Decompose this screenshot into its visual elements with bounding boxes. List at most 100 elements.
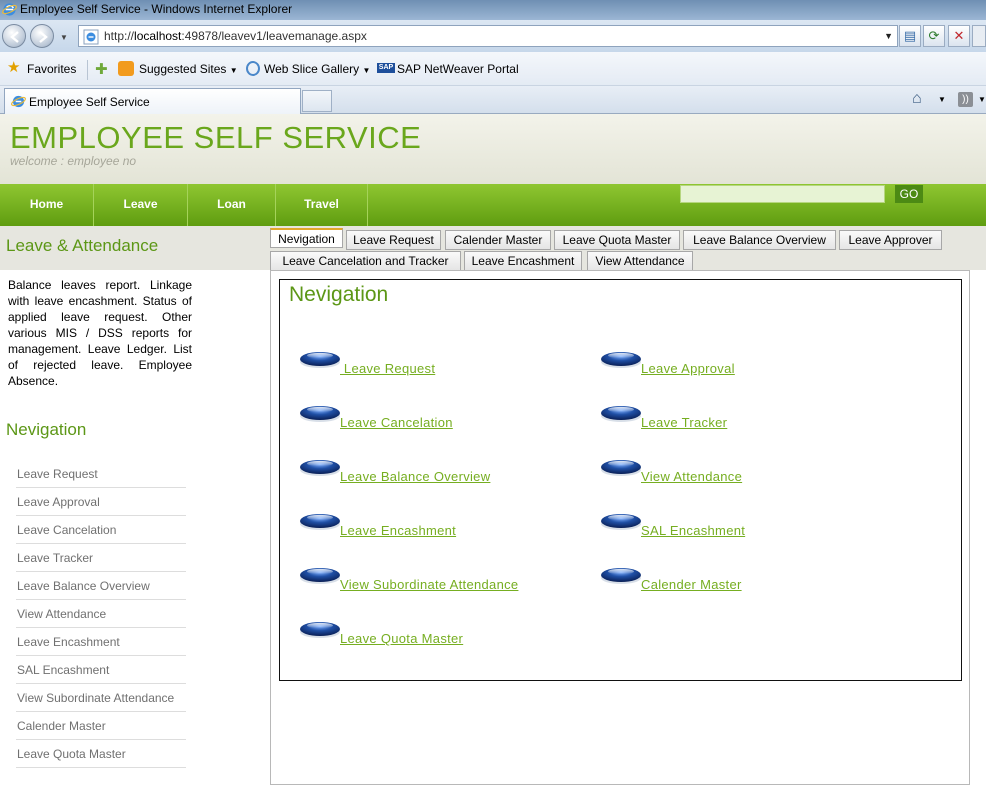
link-text[interactable]: SAL Encashment <box>641 523 745 538</box>
favorites-item-label: Suggested Sites <box>139 62 227 76</box>
link-view-attendance[interactable]: View Attendance <box>600 458 880 488</box>
link-text[interactable]: Leave Encashment <box>340 523 456 538</box>
search-input[interactable] <box>680 185 885 203</box>
link-view-subordinate-attendance[interactable]: View Subordinate Attendance <box>299 566 579 596</box>
sidebar-item-leave-quota-master[interactable]: Leave Quota Master <box>16 740 186 768</box>
url-dropdown-icon[interactable]: ▼ <box>884 31 893 41</box>
favorites-item-web-slice-gallery[interactable]: Web Slice Gallery ▼ <box>264 62 370 76</box>
link-leave-balance-overview[interactable]: Leave Balance Overview <box>299 458 579 488</box>
link-leave-encashment[interactable]: Leave Encashment <box>299 512 579 542</box>
link-text[interactable]: View Subordinate Attendance <box>340 577 518 592</box>
browser-tab-label: Employee Self Service <box>29 95 150 109</box>
sidebar-item-leave-request[interactable]: Leave Request <box>16 460 186 488</box>
tab-view-attendance[interactable]: View Attendance <box>587 251 693 271</box>
favorites-star-icon: ★ <box>7 59 21 76</box>
url-field[interactable]: http://localhost:49878/leavev1/leavemana… <box>78 25 898 47</box>
link-text[interactable]: Leave Balance Overview <box>340 469 490 484</box>
tab-leave-cancelation-and-tracker[interactable]: Leave Cancelation and Tracker <box>270 251 461 271</box>
link-text[interactable]: Leave Approval <box>641 361 735 376</box>
navigation-title: Nevigation <box>289 283 389 306</box>
main-menu: Home Leave Loan Travel GO <box>0 184 986 226</box>
forward-button[interactable] <box>30 24 54 48</box>
navigation-panel: Nevigation Leave Request Leave Cancelati… <box>279 279 962 681</box>
link-leave-quota-master[interactable]: Leave Quota Master <box>299 620 579 650</box>
refresh-button[interactable]: ⟳ <box>923 25 945 47</box>
link-bullet-icon <box>601 352 641 368</box>
sidebar-item-leave-cancelation[interactable]: Leave Cancelation <box>16 516 186 544</box>
menu-item-leave[interactable]: Leave <box>94 184 188 226</box>
sidebar-item-sal-encashment[interactable]: SAL Encashment <box>16 656 186 684</box>
url-text: http://localhost:49878/leavev1/leavemana… <box>104 29 367 43</box>
browser-tab-bar: Employee Self Service ⌂ ▼ )) ▼ <box>0 86 986 114</box>
feeds-icon[interactable]: )) <box>958 92 973 107</box>
back-button[interactable] <box>2 24 26 48</box>
link-sal-encashment[interactable]: SAL Encashment <box>600 512 880 542</box>
tab-leave-encashment[interactable]: Leave Encashment <box>464 251 582 271</box>
tab-leave-approver[interactable]: Leave Approver <box>839 230 942 250</box>
menu-item-travel[interactable]: Travel <box>276 184 368 226</box>
link-bullet-icon <box>601 406 641 422</box>
menu-item-loan[interactable]: Loan <box>188 184 276 226</box>
link-text[interactable]: Leave Tracker <box>641 415 727 430</box>
link-bullet-icon <box>601 514 641 530</box>
refresh-icon: ⟳ <box>928 28 940 43</box>
sap-icon: SAP <box>377 63 395 73</box>
add-favorite-icon[interactable]: ✚ <box>95 60 108 78</box>
link-bullet-icon <box>300 514 340 530</box>
tab-leave-balance-overview[interactable]: Leave Balance Overview <box>683 230 836 250</box>
favorites-item-suggested-sites[interactable]: Suggested Sites ▼ <box>139 62 238 76</box>
sidebar-nav-title: Nevigation <box>6 420 87 439</box>
tab-leave-request[interactable]: Leave Request <box>346 230 441 250</box>
favorites-item-sap-portal[interactable]: SAP NetWeaver Portal <box>397 62 519 76</box>
welcome-text: welcome : employee no <box>10 154 137 168</box>
browser-tab-active[interactable]: Employee Self Service <box>4 88 301 114</box>
home-dropdown-icon[interactable]: ▼ <box>938 95 946 104</box>
compatibility-icon: ▤ <box>903 28 917 43</box>
sidebar-item-calender-master[interactable]: Calender Master <box>16 712 186 740</box>
go-button[interactable]: GO <box>895 185 923 203</box>
link-leave-cancelation[interactable]: Leave Cancelation <box>299 404 579 434</box>
sidebar-item-leave-encashment[interactable]: Leave Encashment <box>16 628 186 656</box>
stop-button[interactable]: ✕ <box>948 25 970 47</box>
tab-calender-master[interactable]: Calender Master <box>445 230 551 250</box>
stop-icon: ✕ <box>953 28 965 43</box>
sidebar-item-view-attendance[interactable]: View Attendance <box>16 600 186 628</box>
address-bar: ▼ http://localhost:49878/leavev1/leavema… <box>0 20 986 52</box>
favorites-button[interactable]: Favorites <box>27 62 76 76</box>
chevron-down-icon: ▼ <box>229 66 238 75</box>
section-title: Leave & Attendance <box>6 236 159 255</box>
tab-nevigation[interactable]: Nevigation <box>270 228 343 248</box>
link-leave-tracker[interactable]: Leave Tracker <box>600 404 880 434</box>
sidebar-item-leave-approval[interactable]: Leave Approval <box>16 488 186 516</box>
tab-leave-quota-master[interactable]: Leave Quota Master <box>554 230 680 250</box>
sidebar-item-leave-balance-overview[interactable]: Leave Balance Overview <box>16 572 186 600</box>
tab-content-panel: Nevigation Leave Request Leave Cancelati… <box>270 270 970 785</box>
compatibility-view-button[interactable]: ▤ <box>899 25 921 47</box>
link-leave-approval[interactable]: Leave Approval <box>600 350 880 380</box>
link-text[interactable]: View Attendance <box>641 469 742 484</box>
home-icon[interactable]: ⌂ <box>912 90 922 108</box>
link-bullet-icon <box>300 622 340 638</box>
link-bullet-icon <box>300 568 340 584</box>
link-text[interactable]: Leave Cancelation <box>340 415 453 430</box>
feeds-dropdown-icon[interactable]: ▼ <box>978 95 986 104</box>
link-text[interactable]: Leave Request <box>340 361 435 376</box>
link-text[interactable]: Leave Quota Master <box>340 631 463 646</box>
arrow-right-icon <box>39 31 48 43</box>
window-titlebar: Employee Self Service - Windows Internet… <box>0 0 986 20</box>
url-host: localhost <box>134 29 182 43</box>
sidebar-item-view-subordinate-attendance[interactable]: View Subordinate Attendance <box>16 684 186 712</box>
page: EMPLOYEE SELF SERVICE welcome : employee… <box>0 114 986 791</box>
link-bullet-icon <box>601 460 641 476</box>
link-text[interactable]: Calender Master <box>641 577 742 592</box>
recent-pages-caret-icon[interactable]: ▼ <box>60 33 68 42</box>
menu-item-home[interactable]: Home <box>0 184 94 226</box>
site-header: EMPLOYEE SELF SERVICE welcome : employee… <box>0 114 986 184</box>
sidebar-item-leave-tracker[interactable]: Leave Tracker <box>16 544 186 572</box>
link-calender-master[interactable]: Calender Master <box>600 566 880 596</box>
section-description: Balance leaves report. Linkage with leav… <box>8 278 192 388</box>
new-tab-button[interactable] <box>302 90 332 112</box>
link-leave-request[interactable]: Leave Request <box>299 350 579 380</box>
chevron-down-icon: ▼ <box>362 66 371 75</box>
search-box-edge[interactable] <box>972 25 986 47</box>
